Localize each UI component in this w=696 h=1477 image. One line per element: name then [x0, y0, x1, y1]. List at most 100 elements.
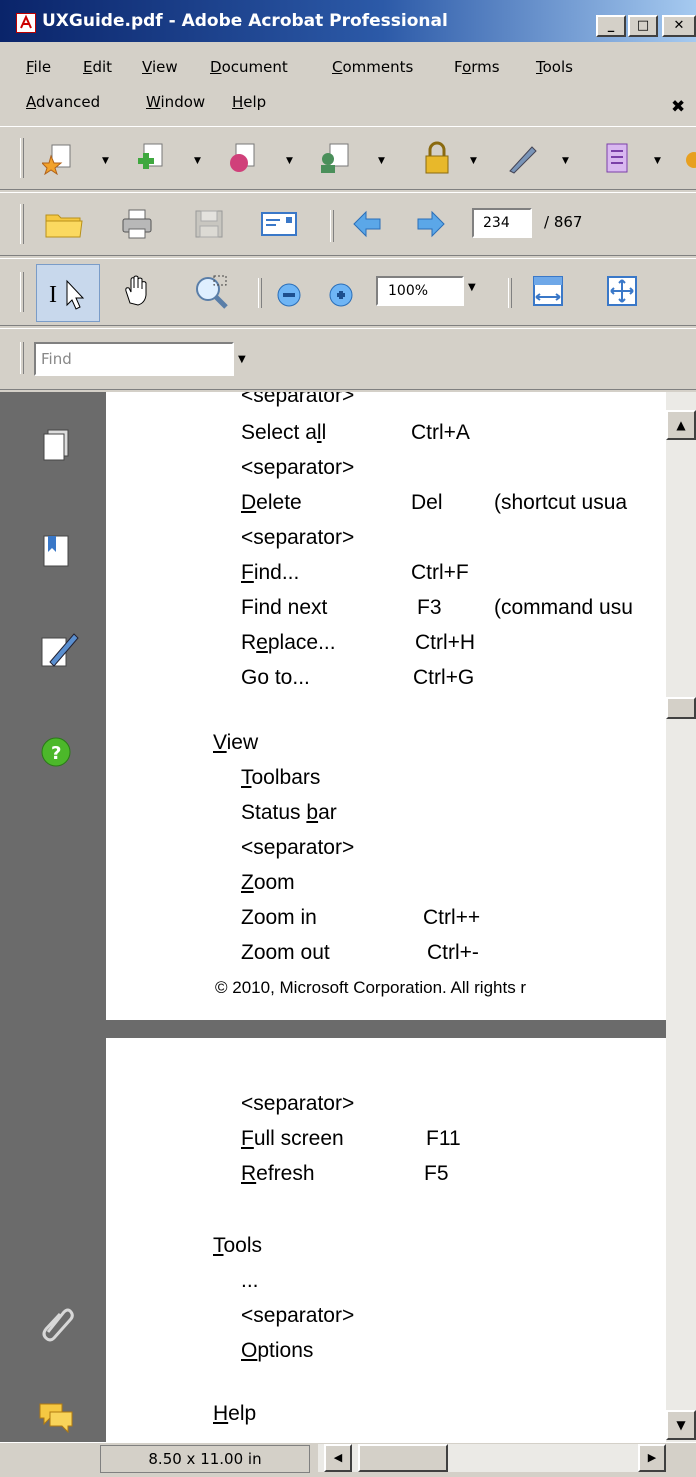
- doc-line-text: oom: [253, 871, 295, 894]
- export-dropdown[interactable]: ▼: [286, 156, 293, 166]
- menu-file[interactable]: File: [26, 58, 51, 76]
- hand-tool-icon[interactable]: [120, 273, 154, 307]
- print-icon[interactable]: [120, 207, 154, 241]
- create-pdf-dropdown[interactable]: ▼: [102, 156, 109, 166]
- export-icon[interactable]: [226, 141, 260, 175]
- acrobat-app-icon[interactable]: [16, 13, 36, 33]
- menu-forms[interactable]: Forms: [454, 58, 500, 76]
- previous-page-arrow-icon[interactable]: [350, 207, 384, 241]
- collaborate-icon[interactable]: [318, 141, 352, 175]
- secure-lock-icon[interactable]: [420, 141, 454, 175]
- menu-window[interactable]: Window: [146, 93, 205, 111]
- menu-tools[interactable]: Tools: [536, 58, 573, 76]
- collaborate-dropdown[interactable]: ▼: [378, 156, 385, 166]
- bookmarks-panel-icon[interactable]: [36, 530, 76, 570]
- toolbar-grip[interactable]: [20, 138, 24, 178]
- forms-icon[interactable]: [600, 141, 634, 175]
- secure-dropdown[interactable]: ▼: [470, 156, 477, 166]
- comments-panel-icon[interactable]: [36, 1398, 76, 1438]
- doc-shortcut: Ctrl+H: [415, 631, 476, 654]
- menu-comments[interactable]: Comments: [332, 58, 413, 76]
- zoom-tool-icon[interactable]: [192, 273, 228, 309]
- open-folder-icon[interactable]: [44, 207, 83, 241]
- close-document-icon[interactable]: ✖: [671, 97, 685, 117]
- minimize-button[interactable]: _: [596, 15, 626, 37]
- email-icon[interactable]: [260, 207, 297, 241]
- menu-advanced-mnemonic: A: [26, 93, 36, 111]
- doc-line: Zoom out: [241, 941, 330, 964]
- page-size-label: 8.50 x 11.00 in: [100, 1445, 310, 1473]
- menu-forms-text: rms: [471, 58, 500, 76]
- menu-help-text: elp: [243, 93, 267, 111]
- menu-document[interactable]: Document: [210, 58, 288, 76]
- doc-line-text: iew: [226, 731, 259, 754]
- svg-text:I: I: [49, 282, 57, 308]
- toolbar-separator: [508, 278, 512, 308]
- signatures-panel-icon[interactable]: [36, 628, 79, 668]
- horizontal-scroll-thumb[interactable]: [358, 1444, 448, 1472]
- create-pdf-icon[interactable]: [42, 141, 76, 175]
- select-tool-button[interactable]: I: [36, 264, 100, 322]
- menu-advanced-text: dvanced: [36, 93, 101, 111]
- menu-forms-mnemonic: o: [462, 58, 472, 76]
- vertical-scrollbar[interactable]: [666, 392, 696, 1442]
- help-panel-icon[interactable]: ?: [36, 734, 76, 774]
- more-tools-icon[interactable]: [680, 150, 696, 170]
- doc-shortcut: Ctrl+G: [413, 666, 475, 689]
- doc-line: Status bar: [241, 801, 337, 825]
- doc-mnemonic: T: [241, 766, 252, 789]
- document-view[interactable]: <separator> Select all Ctrl+A <separator…: [106, 392, 666, 1442]
- doc-heading-tools: Tools: [213, 1234, 262, 1258]
- zoom-out-icon[interactable]: [276, 282, 302, 308]
- doc-shortcut: Del: [411, 491, 443, 514]
- doc-mnemonic: T: [213, 1234, 224, 1257]
- zoom-level-input[interactable]: 100%: [376, 276, 464, 306]
- menu-view-text: iew: [151, 58, 178, 76]
- doc-line-text: ools: [223, 1234, 263, 1257]
- scroll-left-button[interactable]: ◀: [324, 1444, 352, 1472]
- menu-view[interactable]: View: [142, 58, 178, 76]
- toolbar-grip[interactable]: [20, 272, 24, 312]
- page-number-input[interactable]: 234: [472, 208, 532, 238]
- menu-tools-text: ools: [542, 58, 573, 76]
- menu-advanced[interactable]: Advanced: [26, 93, 100, 111]
- sign-dropdown[interactable]: ▼: [562, 156, 569, 166]
- close-window-button[interactable]: ✕: [662, 15, 696, 37]
- find-dropdown-arrow[interactable]: ▼: [238, 354, 246, 365]
- doc-shortcut: Ctrl+-: [427, 941, 479, 964]
- doc-line: Full screen: [241, 1127, 344, 1151]
- sign-pen-icon[interactable]: [506, 141, 540, 175]
- doc-line-text: ar: [318, 801, 337, 824]
- scroll-right-button[interactable]: ▶: [638, 1444, 666, 1472]
- doc-heading-view: View: [213, 731, 258, 755]
- find-input[interactable]: Find: [34, 342, 234, 376]
- fit-width-icon[interactable]: [530, 273, 564, 307]
- save-disk-icon[interactable]: [192, 207, 226, 241]
- window-title: UXGuide.pdf - Adobe Acrobat Professional: [42, 11, 448, 31]
- attachments-paperclip-icon[interactable]: [36, 1302, 76, 1342]
- combine-dropdown[interactable]: ▼: [194, 156, 201, 166]
- scroll-up-button[interactable]: ▲: [666, 410, 696, 440]
- toolbar-grip[interactable]: [20, 342, 24, 374]
- menu-help[interactable]: Help: [232, 93, 266, 111]
- menu-window-text: indow: [160, 93, 206, 111]
- doc-mnemonic: O: [241, 1339, 258, 1362]
- doc-line: Refresh: [241, 1162, 315, 1186]
- maximize-button[interactable]: □: [628, 15, 658, 37]
- forms-dropdown[interactable]: ▼: [654, 156, 661, 166]
- combine-files-icon[interactable]: [134, 141, 168, 175]
- menu-view-mnemonic: V: [142, 58, 152, 76]
- scroll-down-button[interactable]: ▼: [666, 1410, 696, 1440]
- zoom-in-icon[interactable]: [328, 282, 354, 308]
- fit-page-icon[interactable]: [604, 273, 638, 307]
- menu-tools-mnemonic: T: [536, 58, 543, 76]
- next-page-arrow-icon[interactable]: [414, 207, 448, 241]
- doc-line-text: l: [321, 421, 327, 444]
- toolbar-grip[interactable]: [20, 204, 24, 244]
- pages-panel-icon[interactable]: [36, 424, 76, 464]
- vertical-scroll-thumb[interactable]: [666, 697, 696, 719]
- doc-mnemonic: Z: [241, 871, 254, 894]
- menu-edit[interactable]: Edit: [83, 58, 112, 76]
- doc-note: (command usu: [494, 596, 633, 619]
- zoom-dropdown-arrow[interactable]: ▼: [468, 282, 476, 293]
